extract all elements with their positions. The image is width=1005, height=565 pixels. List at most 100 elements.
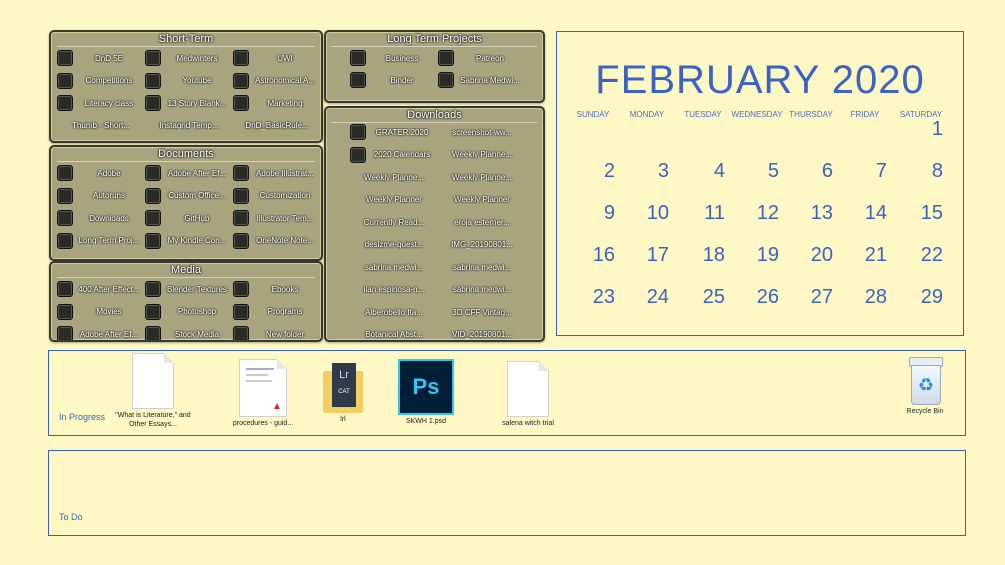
- fence-downloads: Downloads GRATER 2020 screenshot-ww... 202…: [324, 106, 545, 342]
- fence-item-label: Adobe Illustrat...: [256, 168, 314, 178]
- fence-item[interactable]: Marketing: [233, 93, 317, 113]
- fence-item[interactable]: Blender Textures: [145, 279, 229, 299]
- fence-item[interactable]: Autoruns: [57, 186, 141, 206]
- fence-item[interactable]: DnD 5E: [57, 48, 141, 68]
- fence-item[interactable]: GitHub: [145, 208, 229, 228]
- fence-item[interactable]: My Kindle Con...: [145, 231, 229, 251]
- fence-item-label: DnD 5E: [94, 53, 123, 63]
- fence-item[interactable]: Adobe: [57, 163, 141, 183]
- fence-item[interactable]: New folder: [233, 324, 317, 340]
- fence-item[interactable]: sabrina medwi...: [438, 280, 522, 300]
- calendar-day: 19: [756, 244, 779, 266]
- fence-item-label: Medwinters: [176, 53, 218, 63]
- fence-item[interactable]: Weekly Planner: [350, 190, 434, 210]
- fence-item-label: Downloads: [89, 213, 129, 223]
- fence-item[interactable]: Sabrina Medwi...: [438, 70, 522, 90]
- folder-icon: [350, 50, 366, 66]
- fence-item-label: Programs: [267, 307, 303, 316]
- calendar-day: 13: [810, 202, 833, 224]
- folder-icon: [438, 72, 454, 88]
- desktop-file[interactable]: ▲ procedures - guid...: [224, 359, 302, 428]
- folder-icon: [145, 303, 161, 320]
- fence-item[interactable]: Photoshop: [145, 302, 229, 322]
- fence-item[interactable]: GRATER 2020: [350, 122, 434, 142]
- fence-title: Documents: [51, 147, 321, 162]
- fence-item[interactable]: Business: [350, 48, 434, 68]
- fence-item-label: Illustrator Tem...: [256, 213, 314, 223]
- calendar-day: 26: [756, 286, 779, 308]
- fence-item[interactable]: 2020 Calendars: [350, 145, 434, 165]
- desktop-file[interactable]: Lr CAT lrl: [304, 363, 382, 424]
- fence-item[interactable]: 13 Story Blank...: [145, 93, 229, 113]
- desktop-file[interactable]: Ps SKWH 1.psd: [387, 359, 465, 426]
- calendar-title: FEBRUARY 2020: [595, 58, 925, 102]
- folder-icon: [233, 50, 249, 66]
- fence-item[interactable]: Literacy class: [57, 93, 141, 113]
- fence-item-label: Patreon: [475, 53, 505, 63]
- fence-item-label: OneNote Note...: [256, 236, 314, 245]
- fence-item-label: Weekly Planne...: [364, 172, 424, 182]
- fence-item[interactable]: Programs: [233, 302, 317, 322]
- fence-item[interactable]: Adobe After Ef...: [57, 324, 141, 340]
- fence-item[interactable]: screenshot-ww...: [438, 122, 522, 142]
- fence-item[interactable]: Botanical Abst...: [350, 325, 434, 341]
- calendar-day: 16: [592, 244, 615, 266]
- fence-item[interactable]: 3D CFF Vintag...: [438, 302, 522, 322]
- fence-item[interactable]: Downloads: [57, 208, 141, 228]
- fence-item[interactable]: Instagrid Temp...: [145, 116, 229, 136]
- calendar-day: 27: [810, 286, 833, 308]
- folder-icon: [145, 50, 161, 66]
- folder-icon: [233, 326, 249, 340]
- fence-item-label: Alberobello Ita...: [365, 307, 423, 317]
- in-progress-panel: In Progress "What is Literature," and Ot…: [48, 350, 966, 436]
- fence-item[interactable]: IMG_20190801...: [438, 235, 522, 255]
- calendar-dayname: MONDAY: [629, 110, 665, 119]
- fence-item[interactable]: Long Term Proj...: [57, 231, 141, 251]
- fence-item[interactable]: OneNote Note...: [233, 231, 317, 251]
- fence-item[interactable]: Custom Office...: [145, 186, 229, 206]
- fence-item[interactable]: sabrina medwi...: [438, 257, 522, 277]
- fence-item[interactable]: VID_20190801...: [438, 325, 522, 341]
- fence-item[interactable]: ilan espinosa-n...: [350, 280, 434, 300]
- fence-item[interactable]: 400 After Effect...: [57, 279, 141, 299]
- fence-item[interactable]: Alberobello Ita...: [350, 302, 434, 322]
- fence-item-label: Binder: [390, 75, 414, 85]
- fence-item[interactable]: Movies: [57, 302, 141, 322]
- fence-item[interactable]: Weekly Planne...: [438, 145, 522, 165]
- fence-item[interactable]: Stock Media: [145, 324, 229, 340]
- fence-title: Long Term Projects: [326, 32, 543, 47]
- fence-item[interactable]: Weekly Planne...: [350, 167, 434, 187]
- fence-short-term: Short-Term DnD 5E Medwinters UWI Competitio…: [49, 30, 323, 143]
- fence-item[interactable]: Adobe After Ef...: [145, 163, 229, 183]
- calendar-day: 20: [810, 244, 833, 266]
- recycle-bin[interactable]: ♻ Recycle Bin: [886, 357, 964, 416]
- fence-item[interactable]: Binder: [350, 70, 434, 90]
- fence-item[interactable]: eroja esterner...: [438, 212, 522, 232]
- fence-item[interactable]: Weekly Planner: [438, 190, 522, 210]
- desktop-file[interactable]: "What is Literature," and Other Essays..…: [114, 353, 192, 429]
- fence-item[interactable]: Ebooks: [233, 279, 317, 299]
- fence-item[interactable]: sabrina medwi...: [350, 257, 434, 277]
- fence-item-label: New folder: [265, 329, 305, 339]
- fence-item[interactable]: Adobe Illustrat...: [233, 163, 317, 183]
- fence-item-label: Adobe After Ef...: [167, 168, 227, 178]
- fence-item[interactable]: desizme-quest...: [350, 235, 434, 255]
- fence-item[interactable]: Youtube: [145, 71, 229, 91]
- fence-item[interactable]: Astronomical A...: [233, 71, 317, 91]
- calendar-day: 6: [821, 160, 833, 182]
- fence-item[interactable]: Patreon: [438, 48, 522, 68]
- fence-item-label: Blender Textures: [167, 284, 227, 294]
- fence-item[interactable]: UWI: [233, 48, 317, 68]
- fence-item[interactable]: Currently Read...: [350, 212, 434, 232]
- file-label: SKWH 1.psd: [405, 418, 447, 425]
- fence-item[interactable]: Medwinters: [145, 48, 229, 68]
- fence-item[interactable]: Illustrator Tem...: [233, 208, 317, 228]
- desktop-file[interactable]: salena witch trial: [489, 361, 567, 428]
- fence-item[interactable]: Thumb - Short...: [57, 116, 141, 136]
- fence-item-label: Thumb - Short...: [72, 121, 130, 130]
- fence-item[interactable]: DnD_BasicRule...: [233, 116, 317, 136]
- calendar-day: 21: [864, 244, 887, 266]
- fence-item[interactable]: Weekly Planne...: [438, 167, 522, 187]
- fence-item[interactable]: Competitions: [57, 71, 141, 91]
- fence-item[interactable]: Customization: [233, 186, 317, 206]
